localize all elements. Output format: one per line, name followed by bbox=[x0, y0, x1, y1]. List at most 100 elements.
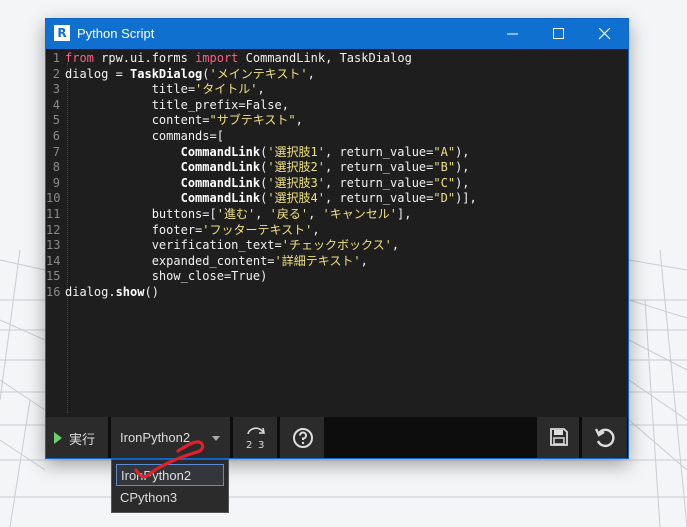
maximize-button[interactable] bbox=[536, 19, 582, 49]
code-line[interactable]: 3 title='タイトル', bbox=[46, 82, 477, 98]
code-token: footer= bbox=[65, 222, 203, 237]
refresh-button[interactable]: 2 3 bbox=[233, 417, 278, 458]
code-text: verification_text='チェックボックス', bbox=[60, 238, 399, 252]
save-button[interactable] bbox=[537, 417, 580, 458]
code-token: expanded_content= bbox=[65, 253, 275, 268]
chevron-down-icon bbox=[212, 436, 220, 441]
code-token: "A" bbox=[433, 144, 456, 159]
code-token: '選択肢4' bbox=[267, 191, 325, 206]
code-line[interactable]: 11 buttons=['進む', '戻る', 'キャンセル'], bbox=[46, 207, 477, 223]
line-number: 5 bbox=[52, 113, 60, 128]
code-text: CommandLink('選択肢1', return_value="A"), bbox=[60, 145, 470, 159]
line-number: 14 bbox=[46, 253, 61, 268]
code-token: '戻る' bbox=[269, 206, 309, 221]
save-icon bbox=[550, 428, 568, 446]
code-text: content="サブテキスト", bbox=[60, 113, 303, 127]
close-icon bbox=[599, 28, 611, 40]
code-token: "B" bbox=[433, 160, 456, 175]
code-text: title_prefix=False, bbox=[60, 98, 289, 112]
code-text: expanded_content='詳細テキスト', bbox=[60, 254, 368, 268]
window-title: Python Script bbox=[77, 26, 155, 41]
code-line[interactable]: 1 from rpw.ui.forms import CommandLink, T… bbox=[46, 51, 477, 67]
code-token: "サブテキスト" bbox=[209, 113, 296, 128]
code-line[interactable]: 13 verification_text='チェックボックス', bbox=[46, 238, 477, 254]
code-line[interactable]: 7 CommandLink('選択肢1', return_value="A"), bbox=[46, 145, 477, 161]
code-line[interactable]: 6 commands=[ bbox=[46, 129, 477, 145]
code-token: '選択肢3' bbox=[267, 175, 325, 190]
code-editor[interactable]: 1 from rpw.ui.forms import CommandLink, T… bbox=[46, 49, 628, 417]
code-token: title_prefix=False, bbox=[65, 97, 289, 112]
code-token: , bbox=[295, 113, 303, 128]
engine-option-ironpython2[interactable]: IronPython2 bbox=[116, 464, 224, 486]
code-token: title= bbox=[65, 82, 196, 97]
code-text: footer='フッターテキスト', bbox=[60, 223, 320, 237]
line-number: 2 bbox=[52, 66, 60, 81]
code-line[interactable]: 10 CommandLink('選択肢4', return_value="D")… bbox=[46, 191, 477, 207]
code-token: rpw.ui.forms bbox=[93, 51, 196, 65]
code-token: 'タイトル' bbox=[195, 82, 258, 97]
code-line[interactable]: 4 title_prefix=False, bbox=[46, 98, 477, 114]
code-token: CommandLink bbox=[180, 144, 261, 159]
code-line[interactable]: 12 footer='フッターテキスト', bbox=[46, 223, 477, 239]
code-text: CommandLink('選択肢2', return_value="B"), bbox=[60, 160, 470, 174]
code-token: )], bbox=[455, 191, 477, 206]
engine-selected-value: IronPython2 bbox=[120, 430, 191, 445]
code-token: , bbox=[360, 253, 368, 268]
line-number: 12 bbox=[46, 222, 61, 237]
code-token: ( bbox=[202, 66, 210, 81]
engine-option-cpython3[interactable]: CPython3 bbox=[116, 487, 224, 509]
line-number: 3 bbox=[52, 82, 60, 97]
code-token: ), bbox=[455, 175, 470, 190]
maximize-icon bbox=[553, 28, 564, 39]
code-token: from bbox=[65, 51, 94, 65]
code-token: CommandLink bbox=[180, 191, 261, 206]
code-lines[interactable]: 1 from rpw.ui.forms import CommandLink, T… bbox=[46, 51, 477, 301]
code-token: CommandLink, TaskDialog bbox=[238, 51, 412, 65]
code-line[interactable]: 5 content="サブテキスト", bbox=[46, 113, 477, 129]
code-token: '選択肢1' bbox=[267, 144, 325, 159]
code-line[interactable]: 8 CommandLink('選択肢2', return_value="B"), bbox=[46, 160, 477, 176]
code-line[interactable]: 16 dialog.show() bbox=[46, 285, 477, 301]
code-token: buttons=[ bbox=[65, 206, 217, 221]
undo-icon bbox=[594, 428, 615, 448]
code-line[interactable]: 14 expanded_content='詳細テキスト', bbox=[46, 254, 477, 270]
undo-button[interactable] bbox=[582, 417, 628, 458]
code-token: , bbox=[257, 82, 265, 97]
code-token: ), bbox=[455, 144, 470, 159]
code-line[interactable]: 9 CommandLink('選択肢3', return_value="C"), bbox=[46, 176, 477, 192]
code-token: dialog = bbox=[65, 66, 131, 81]
close-button[interactable] bbox=[582, 19, 628, 49]
code-token: () bbox=[144, 284, 159, 299]
minimize-icon bbox=[507, 33, 518, 35]
code-token: ), bbox=[455, 160, 470, 175]
code-token: '詳細テキスト' bbox=[274, 253, 361, 268]
code-token: , return_value= bbox=[325, 191, 434, 206]
line-number: 15 bbox=[46, 269, 61, 284]
code-token: content= bbox=[65, 113, 210, 128]
code-token: show_close=True) bbox=[65, 269, 268, 284]
code-line[interactable]: 2 dialog = TaskDialog('メインテキスト', bbox=[46, 67, 477, 83]
run-button[interactable]: 実行 bbox=[46, 417, 109, 458]
minimize-button[interactable] bbox=[490, 19, 536, 49]
title-bar[interactable]: R Python Script bbox=[46, 19, 628, 49]
code-line[interactable]: 15 show_close=True) bbox=[46, 269, 477, 285]
code-token: commands=[ bbox=[65, 128, 224, 143]
code-token: "D" bbox=[433, 191, 456, 206]
code-token: ], bbox=[396, 206, 412, 221]
code-text: dialog.show() bbox=[60, 285, 159, 299]
line-number: 11 bbox=[46, 206, 61, 221]
code-text: commands=[ bbox=[60, 129, 224, 143]
engine-select[interactable]: IronPython2 bbox=[111, 417, 231, 458]
svg-text:3: 3 bbox=[258, 440, 264, 451]
python-script-window: R Python Script 1 from rpw.ui.forms impor… bbox=[45, 18, 629, 459]
help-button[interactable] bbox=[280, 417, 325, 458]
play-icon bbox=[54, 432, 62, 444]
line-number: 9 bbox=[52, 175, 60, 190]
line-number: 6 bbox=[52, 128, 60, 143]
refresh-icon: 2 3 bbox=[246, 427, 265, 451]
code-token: CommandLink bbox=[180, 160, 261, 175]
code-token: 'キャンセル' bbox=[322, 206, 397, 221]
